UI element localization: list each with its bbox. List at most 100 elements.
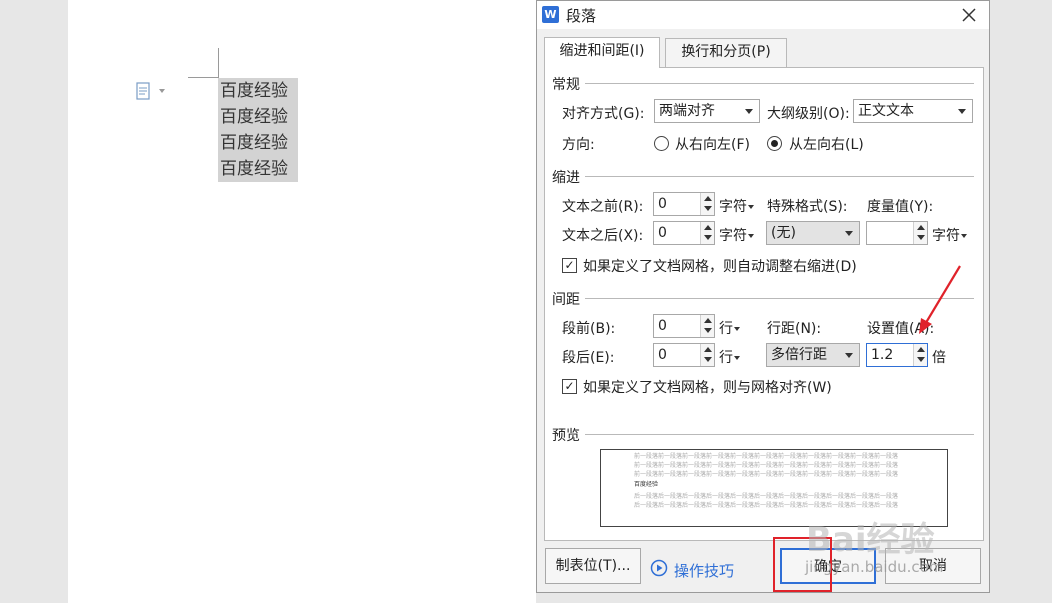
chevron-down-icon (748, 234, 754, 238)
tips-link[interactable]: 操作技巧 (674, 560, 734, 581)
ltr-label[interactable]: 从左向右(L) (789, 134, 864, 154)
section-spacing-heading: 间距 (552, 289, 584, 309)
chevron-down-icon (745, 109, 753, 114)
tab-line-page-breaks[interactable]: 换行和分页(P) (665, 38, 787, 67)
space-before-unit-select[interactable]: 行 (719, 318, 740, 338)
measure-unit: 字符 (932, 228, 960, 244)
indent-before-value: 0 (658, 196, 667, 212)
indent-after-value: 0 (658, 225, 667, 241)
space-after-unit-select[interactable]: 行 (719, 347, 740, 367)
indent-grid-checkbox[interactable]: ✓ (562, 258, 577, 273)
special-format-select[interactable]: (无) (766, 221, 860, 245)
special-format-label: 特殊格式(S): (767, 199, 848, 215)
space-after-spinner[interactable]: 0 (653, 343, 715, 367)
spinner-buttons[interactable] (913, 222, 927, 244)
space-before-value: 0 (658, 318, 667, 334)
set-value-spinner[interactable]: 1.2 (866, 343, 928, 367)
space-before-unit: 行 (719, 321, 733, 337)
alignment-label: 对齐方式(G): (562, 106, 645, 122)
chevron-down-icon (958, 109, 966, 114)
chevron-down-icon (845, 231, 853, 236)
indent-before-unit: 字符 (719, 199, 747, 215)
spin-down-icon[interactable] (704, 206, 712, 211)
indent-grid-label[interactable]: 如果定义了文档网格，则自动调整右缩进(D) (583, 256, 857, 276)
indent-after-unit-select[interactable]: 字符 (719, 225, 754, 245)
section-divider (585, 83, 974, 84)
close-icon[interactable] (958, 4, 980, 26)
spinner-buttons[interactable] (700, 222, 714, 244)
space-before-spinner[interactable]: 0 (653, 314, 715, 338)
section-general-heading: 常规 (552, 74, 584, 94)
set-value-unit: 倍 (932, 350, 946, 366)
space-after-label: 段后(E): (562, 350, 615, 366)
preview-prev-line: 前一段落前一段落前一段落前一段落前一段落前一段落前一段落前一段落前一段落前一段落… (634, 471, 899, 478)
indent-before-label: 文本之前(R): (562, 199, 644, 215)
tab-indent-spacing[interactable]: 缩进和间距(I) (544, 37, 660, 68)
spacing-grid-checkbox[interactable]: ✓ (562, 379, 577, 394)
spacing-grid-label[interactable]: 如果定义了文档网格，则与网格对齐(W) (583, 377, 832, 397)
space-before-label: 段前(B): (562, 321, 616, 337)
spinner-buttons[interactable] (700, 193, 714, 215)
spin-down-icon[interactable] (704, 357, 712, 362)
watermark-url: jingyan.baidu.com (805, 558, 944, 576)
tabs-button[interactable]: 制表位(T)... (545, 548, 641, 584)
ltr-radio[interactable] (767, 136, 782, 151)
indent-after-label: 文本之后(X): (562, 228, 644, 244)
spin-up-icon[interactable] (704, 347, 712, 352)
spinner-buttons[interactable] (700, 344, 714, 366)
doc-line[interactable]: 百度经验 (218, 130, 298, 156)
line-spacing-value: 多倍行距 (771, 347, 827, 363)
chevron-down-icon (748, 205, 754, 209)
outline-level-label: 大纲级别(O): (767, 106, 850, 122)
chevron-down-icon (961, 234, 967, 238)
indent-before-spinner[interactable]: 0 (653, 192, 715, 216)
spin-up-icon[interactable] (704, 196, 712, 201)
spin-down-icon[interactable] (704, 235, 712, 240)
measure-label: 度量值(Y): (867, 199, 934, 215)
indent-after-spinner[interactable]: 0 (653, 221, 715, 245)
spin-up-icon[interactable] (917, 347, 925, 352)
outline-level-select[interactable]: 正文文本 (853, 99, 973, 123)
section-preview-heading: 预览 (552, 425, 584, 445)
measure-spinner[interactable] (866, 221, 928, 245)
measure-unit-select[interactable]: 字符 (932, 225, 967, 245)
section-divider (585, 434, 974, 435)
spin-down-icon[interactable] (917, 357, 925, 362)
dialog-titlebar[interactable]: W 段落 (537, 1, 989, 29)
rtl-radio[interactable] (654, 136, 669, 151)
paragraph-layout-icon[interactable] (136, 82, 152, 100)
outline-level-value: 正文文本 (858, 103, 914, 119)
doc-line[interactable]: 百度经验 (218, 78, 298, 104)
rtl-label[interactable]: 从右向左(F) (675, 134, 750, 154)
watermark-brand: Bai经验 (806, 520, 935, 560)
spin-up-icon[interactable] (917, 225, 925, 230)
indent-before-unit-select[interactable]: 字符 (719, 196, 754, 216)
section-indent-heading: 缩进 (552, 167, 584, 187)
spin-up-icon[interactable] (704, 225, 712, 230)
crop-mark-horizontal (188, 77, 218, 78)
spin-down-icon[interactable] (917, 235, 925, 240)
section-divider (585, 176, 974, 177)
annotation-arrow-icon (919, 265, 961, 334)
line-spacing-select[interactable]: 多倍行距 (766, 343, 860, 367)
doc-line[interactable]: 百度经验 (218, 104, 298, 130)
chevron-down-icon (845, 353, 853, 358)
doc-line[interactable]: 百度经验 (218, 156, 298, 182)
chevron-down-icon[interactable] (159, 89, 165, 93)
play-circle-icon[interactable] (650, 559, 668, 577)
set-value: 1.2 (871, 347, 894, 363)
spin-up-icon[interactable] (704, 318, 712, 323)
indent-after-unit: 字符 (719, 228, 747, 244)
space-after-value: 0 (658, 347, 667, 363)
spinner-buttons[interactable] (700, 315, 714, 337)
chevron-down-icon (734, 356, 740, 360)
spin-down-icon[interactable] (704, 328, 712, 333)
wps-writer-icon: W (542, 6, 559, 23)
preview-sample-line: 百度经验 (634, 481, 659, 488)
alignment-select[interactable]: 两端对齐 (654, 99, 760, 123)
preview-next-line: 后一段落后一段落后一段落后一段落后一段落后一段落后一段落后一段落后一段落后一段落… (634, 502, 899, 509)
spinner-buttons[interactable] (913, 344, 927, 366)
dialog-title: 段落 (566, 7, 597, 25)
alignment-value: 两端对齐 (659, 103, 715, 119)
crop-mark-vertical (218, 48, 219, 78)
